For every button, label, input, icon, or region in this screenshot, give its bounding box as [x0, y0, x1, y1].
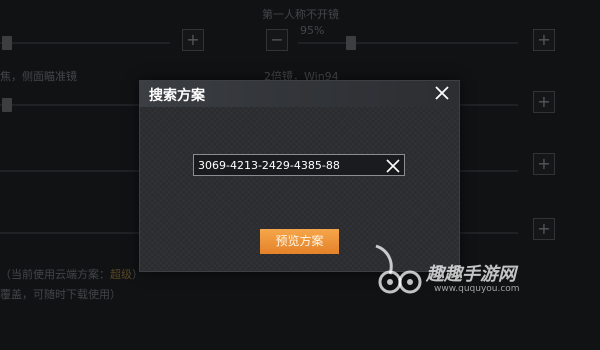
- watermark-brand: 趣趣手游网: [426, 264, 516, 285]
- site-watermark: 趣趣手游网 www.ququyou.com: [368, 240, 520, 304]
- close-button[interactable]: [434, 85, 450, 101]
- gamepad-logo-icon: [375, 244, 422, 294]
- watermark-url: www.ququyou.com: [434, 284, 520, 294]
- close-icon: [435, 86, 449, 100]
- plan-code-input[interactable]: 3069-4213-2429-4385-88: [193, 154, 405, 176]
- dialog-header: 搜索方案: [140, 81, 459, 107]
- dialog-title: 搜索方案: [149, 88, 205, 104]
- clear-icon: [386, 159, 400, 173]
- clear-input-button[interactable]: [386, 158, 400, 173]
- preview-plan-button[interactable]: 预览方案: [260, 229, 339, 254]
